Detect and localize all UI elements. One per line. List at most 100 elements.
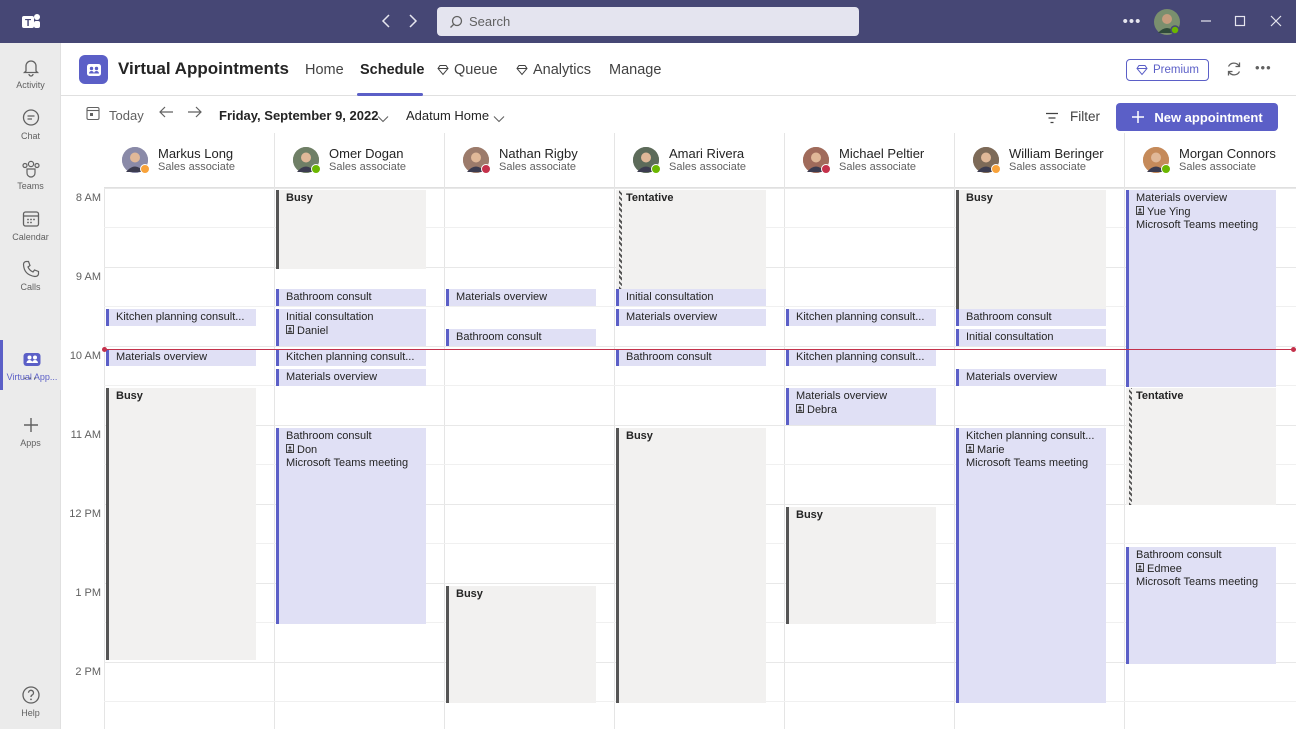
rail-item-teams[interactable]: Teams (0, 149, 61, 199)
hour-label: 2 PM (75, 666, 101, 678)
event-title: Busy (626, 430, 653, 442)
appointment-event[interactable]: Kitchen planning consult... (276, 349, 426, 366)
title-bar: T Search ••• (0, 0, 1296, 43)
rail-item-help[interactable]: Help (0, 676, 61, 726)
event-customer: Edmee (1136, 562, 1269, 577)
staff-column-header[interactable]: Omer Dogan Sales associate (274, 133, 444, 188)
maximize-icon[interactable] (1230, 9, 1250, 33)
search-icon (450, 15, 463, 28)
staff-column-header[interactable]: Markus Long Sales associate (104, 133, 274, 188)
chevron-down-icon[interactable] (377, 110, 389, 128)
event-title: Materials overview (116, 351, 208, 363)
column-divider (274, 188, 275, 729)
chevron-down-icon[interactable] (493, 110, 505, 128)
more-apps-icon[interactable]: ... (0, 366, 61, 390)
busy-block[interactable]: Busy (786, 507, 936, 624)
premium-badge[interactable]: Premium (1126, 59, 1209, 81)
close-icon[interactable] (1266, 9, 1286, 33)
tentative-block[interactable]: Tentative (616, 190, 766, 289)
customer-icon (286, 443, 294, 453)
appointment-event[interactable]: Materials overview (616, 309, 766, 326)
appointment-event[interactable]: Bathroom consult (616, 349, 766, 366)
new-appointment-button[interactable]: New appointment (1116, 103, 1278, 131)
app-logo-icon (79, 55, 108, 84)
appointment-event[interactable]: Kitchen planning consult... (786, 349, 936, 366)
hour-label: 11 AM (70, 429, 101, 441)
column-divider (784, 188, 785, 729)
minimize-icon[interactable] (1196, 9, 1216, 33)
event-title: Initial consultation (286, 311, 374, 323)
user-avatar[interactable] (1154, 9, 1180, 35)
appointment-event[interactable]: Bathroom consult (446, 329, 596, 346)
busy-block[interactable]: Busy (616, 428, 766, 703)
event-title: Materials overview (796, 390, 888, 402)
filter-icon[interactable] (1045, 111, 1059, 129)
customer-icon (286, 324, 294, 334)
date-picker[interactable]: Friday, September 9, 2022 (219, 108, 378, 123)
appointment-event[interactable]: Materials overview Debra (786, 388, 936, 425)
event-title: Kitchen planning consult... (796, 351, 925, 363)
appointment-event[interactable]: Bathroom consult Edmee Microsoft Teams mee… (1126, 547, 1276, 664)
filter-button[interactable]: Filter (1070, 109, 1100, 124)
tab-schedule[interactable]: Schedule (360, 43, 424, 96)
event-title: Kitchen planning consult... (286, 351, 415, 363)
appointment-event[interactable]: Kitchen planning consult... (786, 309, 936, 326)
rail-item-calendar[interactable]: Calendar (0, 200, 61, 250)
bell-icon (22, 59, 39, 77)
presence-status-icon (140, 164, 150, 174)
today-button[interactable]: Today (109, 108, 144, 123)
customer-icon (1136, 205, 1144, 215)
location-picker[interactable]: Adatum Home (406, 108, 489, 123)
schedule-grid: Markus Long Sales associate Omer Dogan Sale… (61, 133, 1296, 729)
busy-block[interactable]: Busy (106, 388, 256, 660)
tab-analytics[interactable]: Analytics (516, 43, 591, 96)
rail-item-chat[interactable]: Chat (0, 99, 61, 149)
chat-icon (22, 108, 39, 126)
staff-column-header[interactable]: William Beringer Sales associate (954, 133, 1124, 188)
tentative-block[interactable]: Tentative (1126, 388, 1276, 505)
appointment-event[interactable]: Bathroom consult Don Microsoft Teams meeti… (276, 428, 426, 624)
appointment-event[interactable]: Initial consultation (616, 289, 766, 306)
tab-manage[interactable]: Manage (609, 43, 661, 96)
appointment-event[interactable]: Bathroom consult (956, 309, 1106, 326)
hour-label: 8 AM (75, 192, 101, 204)
rail-label: Teams (17, 180, 44, 191)
tab-queue[interactable]: Queue (437, 43, 498, 96)
appointment-event[interactable]: Materials overview (446, 289, 596, 306)
staff-column-header[interactable]: Michael Peltier Sales associate (784, 133, 954, 188)
busy-block[interactable]: Busy (956, 190, 1106, 309)
event-title: Bathroom consult (286, 291, 372, 303)
event-title: Bathroom consult (456, 331, 542, 343)
event-title: Materials overview (626, 311, 718, 323)
rail-item-calls[interactable]: Calls (0, 250, 61, 300)
busy-block[interactable]: Busy (276, 190, 426, 269)
busy-block[interactable]: Busy (446, 586, 596, 703)
refresh-icon[interactable] (1225, 60, 1243, 83)
appointment-event[interactable]: Kitchen planning consult... (106, 309, 256, 326)
next-day-icon[interactable] (187, 105, 203, 124)
appointment-event[interactable]: Kitchen planning consult... Marie Microsof… (956, 428, 1106, 703)
tab-home[interactable]: Home (305, 43, 344, 96)
appointment-event[interactable]: Initial consultation Daniel (276, 309, 426, 346)
header-more-icon[interactable]: ••• (1255, 60, 1272, 75)
appointment-event[interactable]: Materials overview (276, 369, 426, 386)
appointment-event[interactable]: Materials overview Yue Ying Microsoft Team… (1126, 190, 1276, 387)
staff-column-header[interactable]: Nathan Rigby Sales associate (444, 133, 614, 188)
staff-name: Nathan Rigby (499, 146, 578, 161)
event-customer: Debra (796, 403, 929, 418)
rail-item-apps[interactable]: Apps (0, 406, 61, 456)
appointment-event[interactable]: Initial consultation (956, 329, 1106, 346)
staff-column-header[interactable]: Morgan Connors Sales associate (1124, 133, 1294, 188)
previous-day-icon[interactable] (158, 105, 174, 124)
rail-item-activity[interactable]: Activity (0, 48, 61, 98)
more-options-icon[interactable]: ••• (1120, 9, 1144, 33)
appointment-event[interactable]: Materials overview (106, 349, 256, 366)
back-arrow-icon[interactable] (376, 9, 396, 33)
appointment-event[interactable]: Materials overview (956, 369, 1106, 386)
appointment-event[interactable]: Bathroom consult (276, 289, 426, 306)
forward-arrow-icon[interactable] (403, 9, 423, 33)
half-hour-line (104, 306, 1296, 307)
staff-column-header[interactable]: Amari Rivera Sales associate (614, 133, 784, 188)
teams-icon (21, 160, 40, 178)
search-box[interactable]: Search (437, 7, 859, 36)
